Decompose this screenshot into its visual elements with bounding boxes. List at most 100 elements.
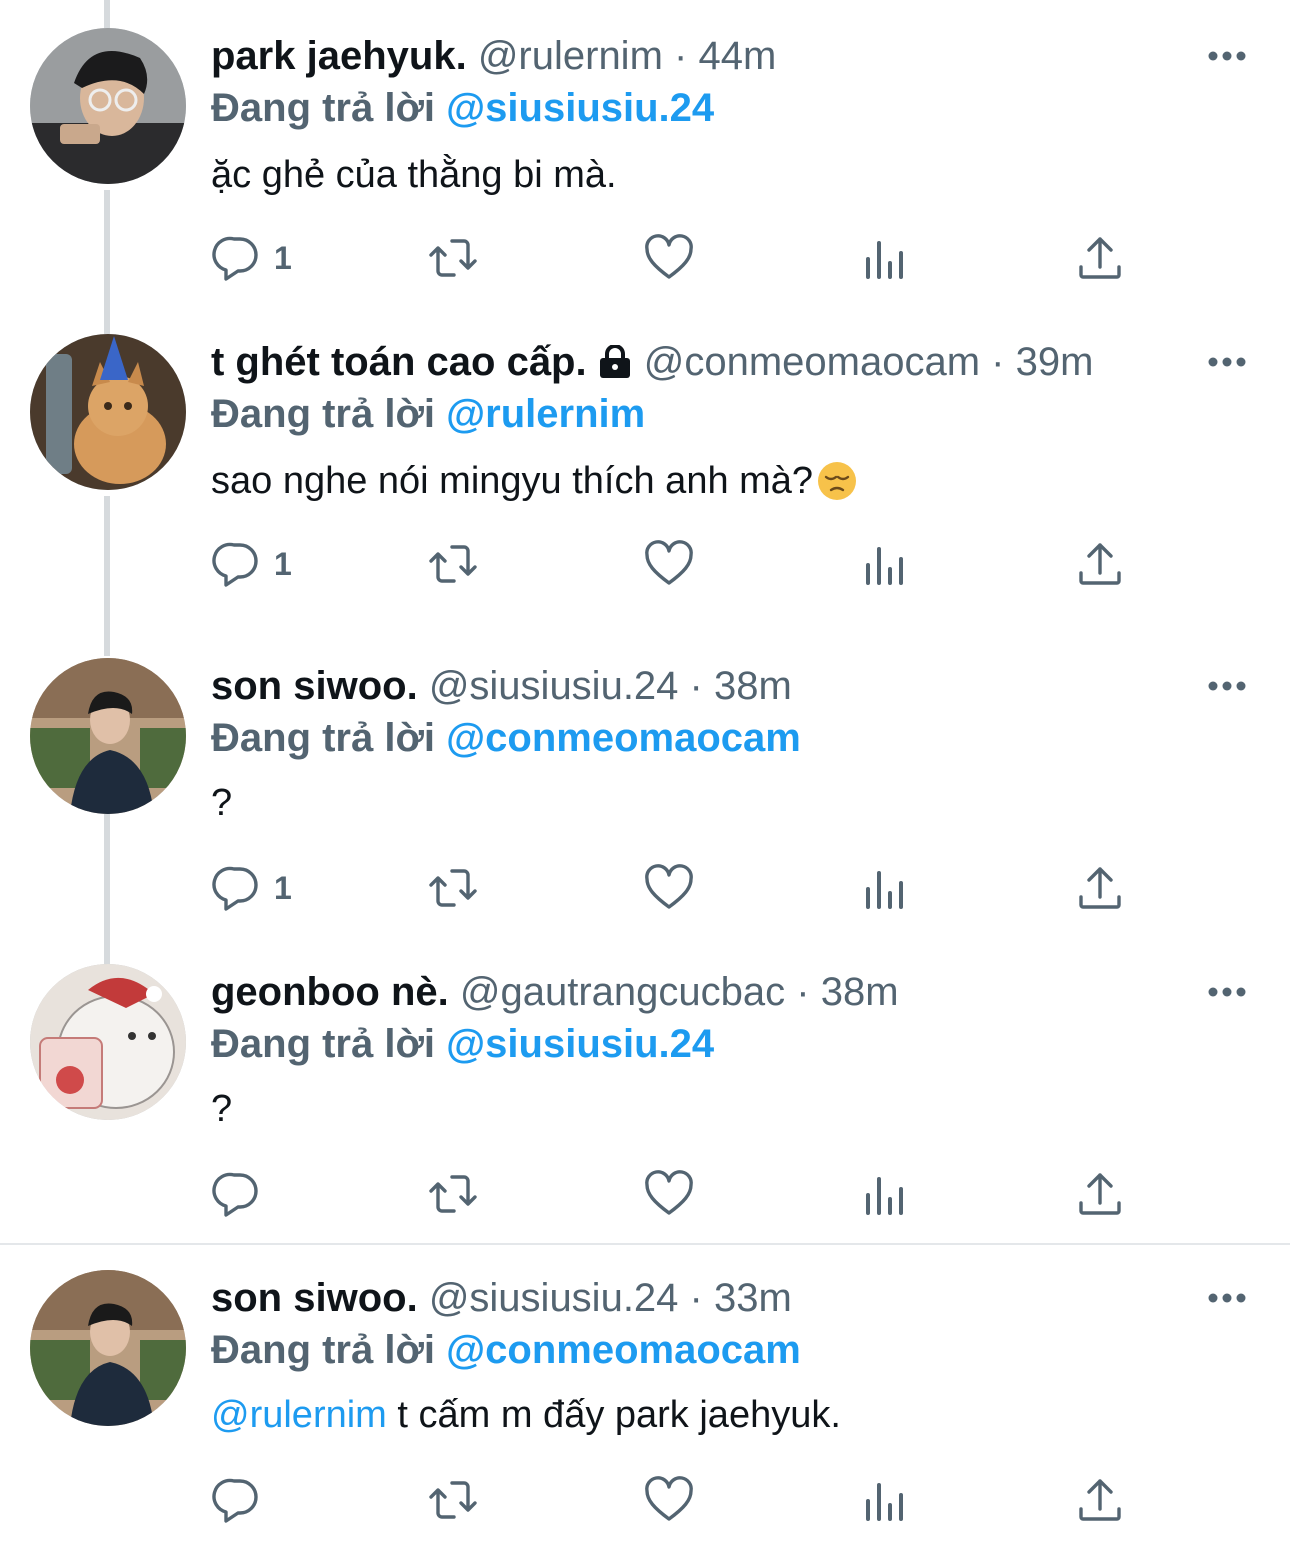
display-name[interactable]: son siwoo. [211, 1276, 418, 1320]
tweet-text: @rulernim t cấm m đấy park jaehyuk. [211, 1388, 841, 1442]
replying-to-label: Đang trả lời [211, 392, 436, 436]
replying-to: Đang trả lời @rulernim [211, 386, 645, 442]
more-dots-icon [1208, 357, 1246, 367]
user-handle[interactable]: @rulernim [478, 34, 663, 78]
retweet-icon [429, 545, 477, 583]
retweet-button[interactable] [428, 1166, 478, 1222]
replying-to: Đang trả lời @siusiusiu.24 [211, 1016, 714, 1072]
display-name[interactable]: t ghét toán cao cấp. [211, 340, 587, 384]
reply-bubble-icon [212, 866, 258, 911]
separator-dot: · [674, 34, 688, 78]
like-button[interactable] [644, 536, 694, 592]
reply-bubble-icon [212, 1172, 258, 1217]
more-options-button[interactable] [1205, 674, 1249, 698]
user-handle[interactable]: @gautrangcucbac [460, 970, 785, 1014]
retweet-icon [429, 239, 477, 277]
views-button[interactable] [860, 1472, 910, 1528]
retweet-button[interactable] [428, 536, 478, 592]
avatar[interactable] [30, 28, 186, 184]
share-button[interactable] [1075, 1166, 1125, 1222]
views-bar-icon [866, 1177, 903, 1215]
user-handle[interactable]: @siusiusiu.24 [429, 1276, 679, 1320]
reply-button[interactable]: 1 [212, 860, 292, 916]
separator-dot: · [991, 340, 1005, 384]
share-button[interactable] [1075, 860, 1125, 916]
tweet-header: son siwoo. @siusiusiu.24 · 33m [211, 1270, 792, 1326]
share-icon [1079, 1173, 1121, 1215]
more-options-button[interactable] [1205, 44, 1249, 68]
avatar[interactable] [30, 658, 186, 814]
more-options-button[interactable] [1205, 350, 1249, 374]
avatar[interactable] [30, 334, 186, 490]
views-button[interactable] [860, 1166, 910, 1222]
views-button[interactable] [860, 230, 910, 286]
tweet[interactable]: park jaehyuk. @rulernim · 44m Đang trả l… [0, 0, 1290, 306]
tweet[interactable]: son siwoo. @siusiusiu.24 · 38m Đang trả … [0, 612, 1290, 918]
retweet-button[interactable] [428, 860, 478, 916]
reply-button[interactable]: 1 [212, 230, 292, 286]
user-handle[interactable]: @conmeomaocam [644, 340, 980, 384]
views-button[interactable] [860, 536, 910, 592]
like-button[interactable] [644, 1166, 694, 1222]
display-name[interactable]: park jaehyuk. [211, 34, 467, 78]
share-icon [1079, 237, 1121, 279]
reply-button[interactable] [212, 1472, 274, 1528]
replying-to-handle[interactable]: @conmeomaocam [446, 1328, 801, 1372]
replying-to-handle[interactable]: @siusiusiu.24 [446, 86, 714, 130]
tweet-body: t cấm m đấy park jaehyuk. [386, 1394, 841, 1436]
tweet[interactable]: t ghét toán cao cấp. @conmeomaocam · 39m… [0, 306, 1290, 612]
tweet-header: t ghét toán cao cấp. @conmeomaocam · 39m [211, 334, 1093, 390]
like-button[interactable] [644, 230, 694, 286]
tweet-header: park jaehyuk. @rulernim · 44m [211, 28, 776, 84]
tweet-text: ? [211, 1082, 232, 1136]
tweet-body: ? [211, 1088, 233, 1130]
avatar[interactable] [30, 964, 186, 1120]
replying-to-label: Đang trả lời [211, 716, 436, 760]
tweet[interactable]: son siwoo. @siusiusiu.24 · 33m Đang trả … [0, 1224, 1290, 1530]
like-button[interactable] [644, 1472, 694, 1528]
display-name[interactable]: geonboo nè. [211, 970, 449, 1014]
more-options-button[interactable] [1205, 980, 1249, 1004]
reply-button[interactable] [212, 1166, 274, 1222]
views-bar-icon [866, 1483, 903, 1521]
retweet-button[interactable] [428, 230, 478, 286]
views-button[interactable] [860, 860, 910, 916]
user-handle[interactable]: @siusiusiu.24 [429, 664, 679, 708]
replying-to: Đang trả lời @conmeomaocam [211, 710, 801, 766]
separator-dot: · [689, 664, 703, 708]
like-button[interactable] [644, 860, 694, 916]
timestamp[interactable]: 44m [698, 34, 776, 78]
share-button[interactable] [1075, 230, 1125, 286]
heart-icon [645, 540, 693, 585]
more-options-button[interactable] [1205, 1286, 1249, 1310]
timestamp[interactable]: 39m [1016, 340, 1094, 384]
more-dots-icon [1208, 681, 1246, 691]
heart-icon [645, 864, 693, 909]
display-name[interactable]: son siwoo. [211, 664, 418, 708]
tweet-body: ặc ghẻ của thằng bi mà. [211, 154, 617, 196]
reply-count: 1 [274, 545, 292, 582]
timestamp[interactable]: 38m [821, 970, 899, 1014]
tweet-header: son siwoo. @siusiusiu.24 · 38m [211, 658, 792, 714]
replying-to-handle[interactable]: @rulernim [446, 392, 645, 436]
reply-bubble-icon [212, 1478, 258, 1523]
replying-to-label: Đang trả lời [211, 1022, 436, 1066]
separator-dot: · [796, 970, 810, 1014]
mention-link[interactable]: @rulernim [211, 1394, 387, 1436]
tweet-body: sao nghe nói mingyu thích anh mà? [211, 460, 814, 502]
share-button[interactable] [1075, 1472, 1125, 1528]
retweet-icon [429, 1175, 477, 1213]
separator-dot: · [689, 1276, 703, 1320]
timestamp[interactable]: 38m [714, 664, 792, 708]
reply-button[interactable]: 1 [212, 536, 292, 592]
retweet-button[interactable] [428, 1472, 478, 1528]
replying-to-handle[interactable]: @conmeomaocam [446, 716, 801, 760]
views-bar-icon [866, 871, 903, 909]
share-button[interactable] [1075, 536, 1125, 592]
replying-to-handle[interactable]: @siusiusiu.24 [446, 1022, 714, 1066]
timestamp[interactable]: 33m [714, 1276, 792, 1320]
avatar[interactable] [30, 1270, 186, 1426]
reply-bubble-icon [212, 542, 258, 587]
views-bar-icon [866, 241, 903, 279]
tweet[interactable]: geonboo nè. @gautrangcucbac · 38m Đang t… [0, 918, 1290, 1224]
